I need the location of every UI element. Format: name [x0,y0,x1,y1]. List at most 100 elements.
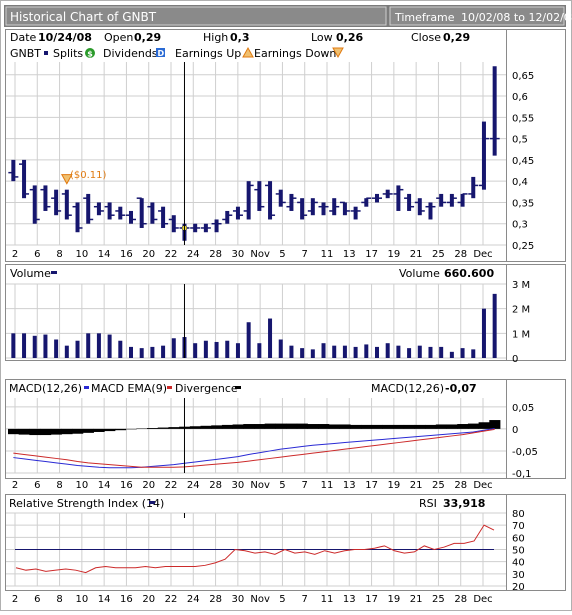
x-tick-label: 10 [75,594,88,605]
x-tick-label: 11 [321,594,334,605]
volume-bar [161,346,165,358]
ohlc-bar [118,207,122,220]
volume-bar [247,322,251,358]
y-tick-label: 0,6 [512,92,528,103]
volume-bar [236,343,240,358]
x-tick-label: 24 [187,594,200,605]
ohlc-bar [225,211,229,224]
x-tick-label: 28 [209,480,222,491]
ohlc-bar [129,211,133,224]
ohlc-bar [343,202,347,215]
volume-bar [172,338,176,358]
volume-bar [65,346,69,358]
macd-hist-bar [361,425,372,429]
chart-svg: Historical Chart of GNBT Timeframe 10/02… [0,0,572,611]
x-tick-label: 13 [343,480,356,491]
volume-bar [54,340,58,359]
ohlc-bar [471,177,475,198]
info-low-label: Low [311,31,333,44]
y-tick-label: -0,05 [512,447,538,458]
x-tick-label: Dec [473,480,492,491]
macd-hist-swatch [235,386,241,389]
legend-dividends: Dividends [103,47,158,60]
ohlc-bar [108,202,112,219]
volume-bar [343,346,347,358]
y-tick-label: 0,5 [512,135,528,146]
y-tick-label: 0,35 [512,198,534,209]
macd-hist-bar [104,429,115,431]
macd-hist-bar [147,428,158,429]
volume-bar [407,348,411,358]
ohlc-bar [493,66,497,155]
volume-readout-label: Volume [399,267,440,280]
macd-hist-bar [233,424,244,428]
y-tick-label: 0,05 [512,403,534,414]
y-tick-label: 0,45 [512,156,534,167]
x-tick-label: 19 [387,249,400,260]
x-tick-label: 25 [432,249,445,260]
x-tick-label: 6 [34,480,40,491]
x-tick-label: 17 [365,480,378,491]
macd-hist-bar [72,429,83,434]
info-open-label: Open [104,31,133,44]
volume-bar [279,340,283,359]
volume-bar [257,343,261,358]
macd-hist-bar [329,424,340,428]
macd-div-label: Divergence [175,382,238,395]
x-tick-label: 6 [34,249,40,260]
ohlc-bar [22,160,26,198]
y-tick-label: 70 [512,521,525,532]
x-tick-label: 13 [343,594,356,605]
ohlc-bar [439,194,443,207]
info-date-value: 10/24/08 [38,31,92,44]
legend-earnings-down: Earnings Down [254,47,336,60]
ohlc-bar [450,194,454,207]
macd-hist-bar [350,425,361,429]
x-tick-label: 30 [231,594,244,605]
macd-readout-label: MACD(12,26) [371,382,444,395]
volume-bar [215,342,219,358]
x-tick-label: Nov [250,249,270,260]
macd-hist-bar [19,429,30,435]
x-tick-label: 22 [165,249,178,260]
header-timeframe-label: Timeframe [394,11,455,24]
ohlc-bar [482,122,486,190]
x-tick-label: 19 [387,594,400,605]
volume-bar [193,343,197,358]
volume-bar [22,333,26,358]
x-tick-label: 20 [142,480,155,491]
y-tick-label: 1 M [512,329,530,340]
earnings-annotation: ($0.11) [70,170,107,181]
macd-hist-bar [61,429,72,434]
x-tick-label: Nov [250,480,270,491]
x-tick-label: 14 [98,594,111,605]
x-tick-label: 7 [302,594,308,605]
x-tick-label: Dec [473,249,492,260]
volume-bar [86,333,90,358]
info-low-value: 0,26 [336,31,363,44]
x-tick-label: 20 [142,594,155,605]
macd-hist-bar [115,429,126,430]
y-tick-label: 40 [512,558,525,569]
x-tick-label: 8 [56,594,62,605]
macd-hist-bar [201,426,212,429]
macd-hist-bar [307,424,318,429]
info-date-label: Date [10,31,37,44]
ohlc-bar [289,194,293,211]
x-tick-label: 14 [98,249,111,260]
x-tick-label: 24 [187,480,200,491]
info-high-value: 0,3 [230,31,250,44]
macd-ema-swatch [84,386,89,389]
volume-bar [108,335,112,358]
volume-bar [311,349,315,358]
macd-hist-bar [340,424,351,428]
y-tick-label: 0,25 [512,241,534,252]
macd-hist-bar [372,425,383,429]
x-tick-label: 17 [365,594,378,605]
x-tick-label: 16 [120,249,133,260]
macd-hist-bar [382,425,393,429]
volume-bar [471,349,475,358]
x-tick-label: 10 [75,249,88,260]
volume-bar [33,336,37,358]
info-open-value: 0,29 [134,31,161,44]
